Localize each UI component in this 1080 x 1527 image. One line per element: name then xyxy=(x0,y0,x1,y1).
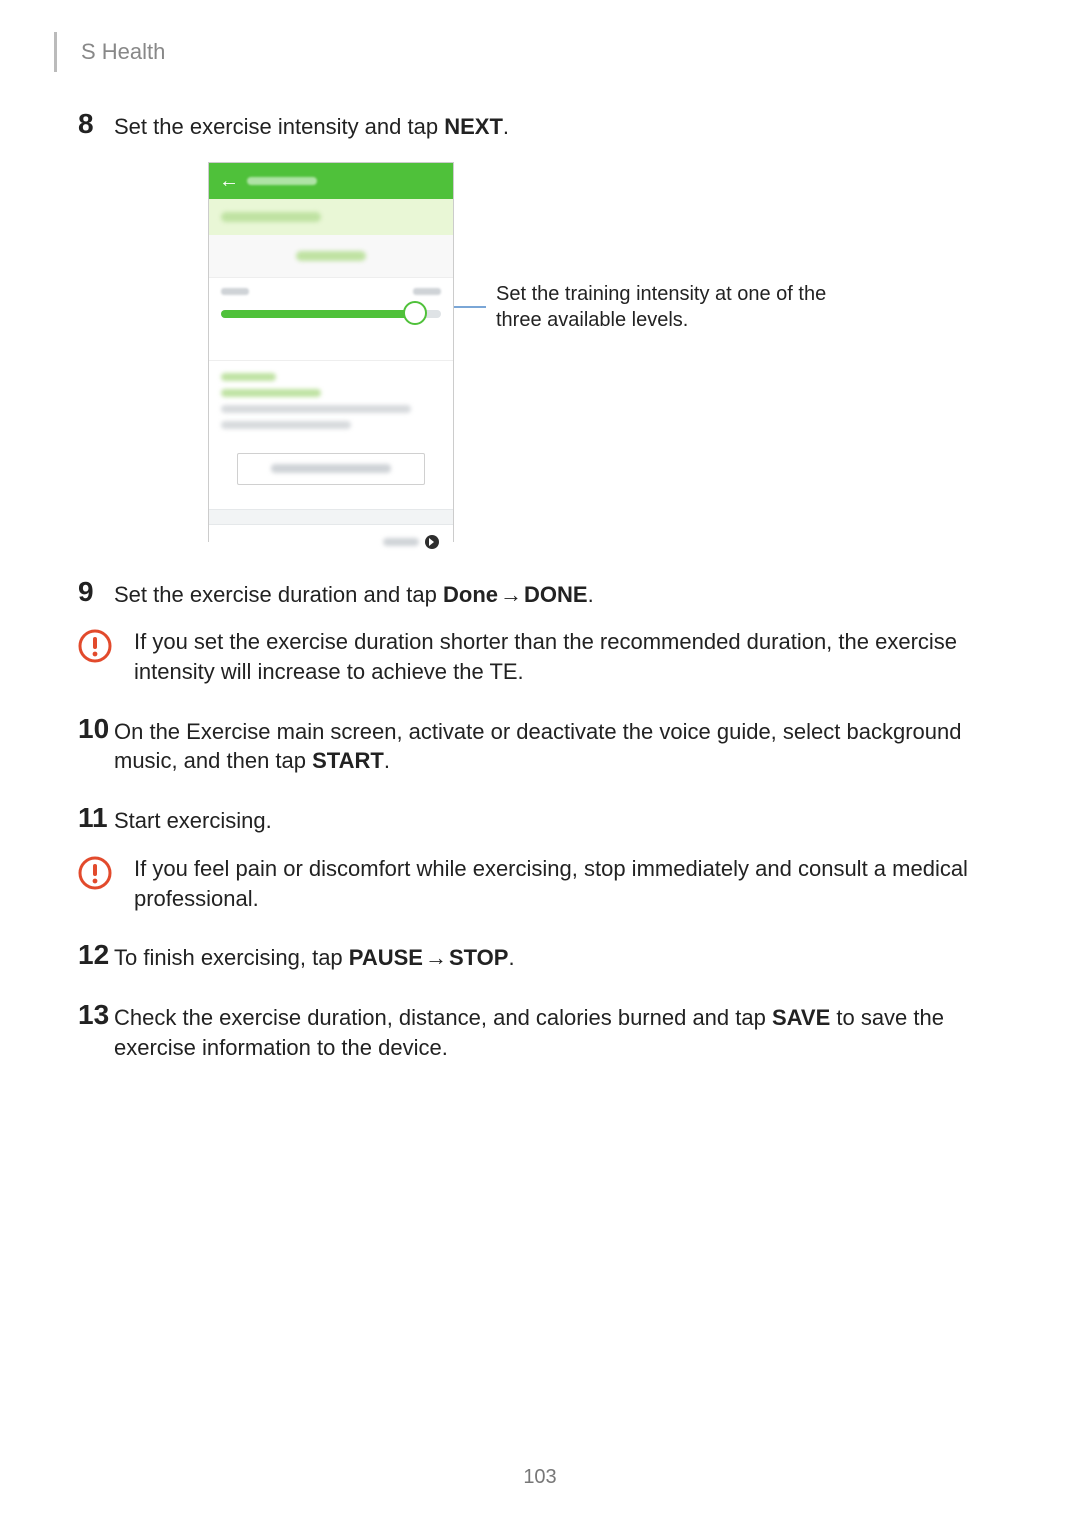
text: To finish exercising, tap xyxy=(114,945,349,970)
more-information-button[interactable] xyxy=(237,453,425,485)
blurred-text xyxy=(221,389,321,397)
phone-divider xyxy=(209,509,453,525)
step-text: To finish exercising, tap PAUSE → STOP. xyxy=(114,943,1002,973)
intensity-slider[interactable] xyxy=(209,278,453,361)
step-9: 9 Set the exercise duration and tap Done… xyxy=(78,580,1002,610)
step-12: 12 To finish exercising, tap PAUSE → STO… xyxy=(78,943,1002,973)
caution-note: If you set the exercise duration shorter… xyxy=(78,627,1002,686)
page-number: 103 xyxy=(0,1466,1080,1489)
step-number: 11 xyxy=(78,804,114,836)
phone-section-header xyxy=(209,199,453,235)
bold-text: PAUSE xyxy=(349,945,423,970)
step-text: On the Exercise main screen, activate or… xyxy=(114,717,1002,776)
arrow: → xyxy=(423,943,449,973)
slider-thumb[interactable] xyxy=(403,301,427,325)
phone-next-row[interactable] xyxy=(209,525,453,559)
blurred-text xyxy=(296,251,366,261)
bold-text: SAVE xyxy=(772,1005,830,1030)
step-number: 9 xyxy=(78,578,114,610)
step-11: 11 Start exercising. xyxy=(78,806,1002,836)
step-number: 12 xyxy=(78,941,114,973)
slider-max-label xyxy=(413,288,441,295)
slider-fill xyxy=(221,310,415,318)
phone-topbar: ← xyxy=(209,163,453,199)
back-arrow-icon[interactable]: ← xyxy=(219,171,239,191)
callout-text: Set the training intensity at one of the… xyxy=(496,281,836,333)
phone-screenshot: ← xyxy=(208,162,454,542)
callout-leader-line xyxy=(452,306,486,308)
step-10: 10 On the Exercise main screen, activate… xyxy=(78,717,1002,776)
bold-text: STOP xyxy=(449,945,509,970)
step-text: Set the exercise intensity and tap NEXT. xyxy=(114,112,1002,142)
step-number: 10 xyxy=(78,715,114,776)
blurred-text xyxy=(271,464,391,473)
figure-callout: Set the training intensity at one of the… xyxy=(452,281,836,333)
blurred-text xyxy=(221,405,411,413)
text: . xyxy=(384,748,390,773)
arrow: → xyxy=(498,580,524,610)
text: Check the exercise duration, distance, a… xyxy=(114,1005,772,1030)
bold-text: NEXT xyxy=(444,114,503,139)
header-rule xyxy=(54,32,57,72)
phone-subheader xyxy=(209,235,453,278)
next-arrow-icon[interactable] xyxy=(425,535,439,549)
slider-min-label xyxy=(221,288,249,295)
text: On the Exercise main screen, activate or… xyxy=(114,719,961,774)
blurred-next-label xyxy=(383,538,419,546)
text: . xyxy=(588,582,594,607)
step-number: 13 xyxy=(78,1001,114,1062)
text: . xyxy=(508,945,514,970)
step-text: Check the exercise duration, distance, a… xyxy=(114,1003,1002,1062)
bold-text: Done xyxy=(443,582,498,607)
blurred-title xyxy=(247,177,317,185)
blurred-text xyxy=(221,212,321,222)
text: Set the exercise intensity and tap xyxy=(114,114,444,139)
step-number: 8 xyxy=(78,110,114,142)
text: . xyxy=(503,114,509,139)
bold-text: START xyxy=(312,748,384,773)
caution-note: If you feel pain or discomfort while exe… xyxy=(78,854,1002,913)
blurred-text xyxy=(221,373,276,381)
step-text: Set the exercise duration and tap Done →… xyxy=(114,580,1002,610)
bold-text: DONE xyxy=(524,582,588,607)
step-13: 13 Check the exercise duration, distance… xyxy=(78,1003,1002,1062)
step-8: 8 Set the exercise intensity and tap NEX… xyxy=(78,112,1002,142)
caution-icon xyxy=(78,629,112,663)
note-text: If you set the exercise duration shorter… xyxy=(134,627,1002,686)
phone-description xyxy=(209,361,453,507)
step-text: Start exercising. xyxy=(114,806,1002,836)
figure-row: ← xyxy=(208,162,1002,542)
note-text: If you feel pain or discomfort while exe… xyxy=(134,854,1002,913)
section-title: S Health xyxy=(81,39,165,65)
blurred-text xyxy=(221,421,351,429)
caution-icon xyxy=(78,856,112,890)
page-header: S Health xyxy=(54,32,165,72)
text: Set the exercise duration and tap xyxy=(114,582,443,607)
